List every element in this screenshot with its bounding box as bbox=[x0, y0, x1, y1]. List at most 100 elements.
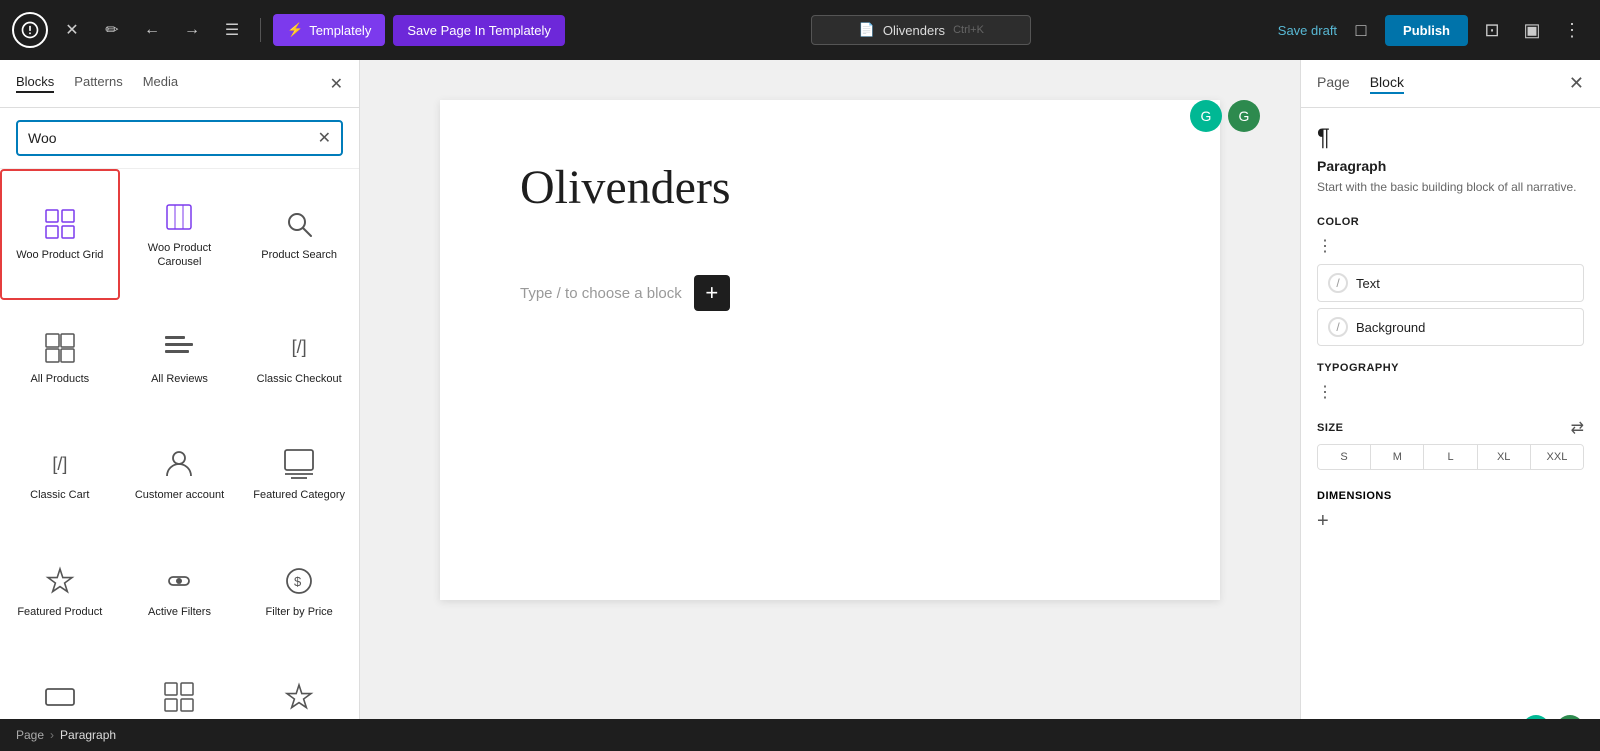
size-label-row: SIZE ⇄ bbox=[1317, 418, 1584, 438]
woo-product-grid-label: Woo Product Grid bbox=[16, 248, 103, 262]
size-s-button[interactable]: S bbox=[1318, 445, 1371, 469]
save-page-templately-button[interactable]: Save Page In Templately bbox=[393, 15, 565, 46]
size-adjust-icon[interactable]: ⇄ bbox=[1571, 418, 1584, 438]
edit-icon[interactable]: ✏ bbox=[96, 14, 128, 46]
toolbar: ✕ ✏ ← → ☰ ⚡ Templately Save Page In Temp… bbox=[0, 0, 1600, 60]
block-item-woo-product-grid[interactable]: Woo Product Grid bbox=[0, 169, 120, 300]
settings-icon[interactable]: ⊡ bbox=[1476, 14, 1508, 46]
product-search-label: Product Search bbox=[261, 248, 337, 262]
save-draft-button[interactable]: Save draft bbox=[1278, 23, 1337, 38]
classic-cart-label: Classic Cart bbox=[30, 488, 89, 502]
block-item-all-products[interactable]: All Products bbox=[0, 300, 120, 416]
size-xl-button[interactable]: XL bbox=[1478, 445, 1531, 469]
block-item-classic-checkout[interactable]: [/] Classic Checkout bbox=[239, 300, 359, 416]
bottom-bar: Page › Paragraph bbox=[0, 719, 1600, 751]
color-option-text[interactable]: / Text bbox=[1317, 264, 1584, 302]
classic-cart-icon: [/] bbox=[42, 446, 78, 482]
blocks-grid: Woo Product Grid Woo Product Carousel bbox=[0, 169, 359, 751]
tab-blocks[interactable]: Blocks bbox=[16, 74, 54, 93]
wp-logo[interactable] bbox=[12, 12, 48, 48]
block-item-featured-category[interactable]: Featured Category bbox=[239, 416, 359, 532]
color-section-title: Color bbox=[1317, 216, 1584, 228]
active-filters-label: Active Filters bbox=[148, 605, 211, 619]
search-box-wrap: ✕ bbox=[0, 108, 359, 169]
sidebar-tabs: Blocks Patterns Media ✕ bbox=[0, 60, 359, 108]
page-content: Olivenders Type / to choose a block + bbox=[440, 100, 1220, 600]
page-name-pill[interactable]: 📄 Olivenders Ctrl+K bbox=[811, 15, 1031, 45]
block-item-woo-product-carousel[interactable]: Woo Product Carousel bbox=[120, 169, 240, 300]
block-item-active-filters[interactable]: Active Filters bbox=[120, 532, 240, 648]
templately-icon: ⚡ bbox=[287, 22, 303, 38]
redo-button[interactable]: → bbox=[176, 14, 208, 46]
svg-text:$: $ bbox=[294, 574, 302, 589]
size-buttons: S M L XL XXL bbox=[1317, 444, 1584, 470]
block-item-classic-cart[interactable]: [/] Classic Cart bbox=[0, 416, 120, 532]
customer-account-icon bbox=[161, 446, 197, 482]
grammarly-icon-2[interactable]: G bbox=[1228, 100, 1260, 132]
dimensions-label: Dimensions bbox=[1317, 490, 1584, 502]
page-name: Olivenders bbox=[883, 23, 945, 38]
close-button[interactable]: ✕ bbox=[56, 14, 88, 46]
typography-options-more[interactable]: ⋮ bbox=[1317, 382, 1584, 402]
block-14-icon bbox=[161, 679, 197, 715]
all-products-icon bbox=[42, 330, 78, 366]
featured-product-icon bbox=[42, 563, 78, 599]
size-label: SIZE bbox=[1317, 422, 1343, 434]
tab-block[interactable]: Block bbox=[1370, 74, 1404, 94]
publish-button[interactable]: Publish bbox=[1385, 15, 1468, 46]
tab-page[interactable]: Page bbox=[1317, 74, 1350, 94]
color-option-background[interactable]: / Background bbox=[1317, 308, 1584, 346]
breadcrumb-page[interactable]: Page bbox=[16, 728, 44, 742]
size-xxl-button[interactable]: XXL bbox=[1531, 445, 1583, 469]
tab-patterns[interactable]: Patterns bbox=[74, 74, 122, 93]
text-color-swatch: / bbox=[1328, 273, 1348, 293]
grammarly-icon-1[interactable]: G bbox=[1190, 100, 1222, 132]
featured-category-label: Featured Category bbox=[253, 488, 345, 502]
block-item-all-reviews[interactable]: All Reviews bbox=[120, 300, 240, 416]
right-content: ¶ Paragraph Start with the basic buildin… bbox=[1301, 108, 1600, 711]
add-block-button[interactable]: + bbox=[694, 275, 730, 311]
breadcrumb-separator: › bbox=[50, 728, 54, 742]
right-sidebar: Page Block ✕ ¶ Paragraph Start with the … bbox=[1300, 60, 1600, 751]
size-l-button[interactable]: L bbox=[1424, 445, 1477, 469]
block-item-customer-account[interactable]: Customer account bbox=[120, 416, 240, 532]
featured-category-icon bbox=[281, 446, 317, 482]
right-sidebar-close-button[interactable]: ✕ bbox=[1569, 73, 1584, 94]
block-info-title: Paragraph bbox=[1317, 158, 1584, 174]
toolbar-right: Save draft □ Publish ⊡ ▣ ⋮ bbox=[1278, 14, 1588, 46]
text-color-label: Text bbox=[1356, 276, 1380, 291]
search-clear-button[interactable]: ✕ bbox=[318, 128, 331, 148]
tab-media[interactable]: Media bbox=[143, 74, 178, 93]
templately-button[interactable]: ⚡ Templately bbox=[273, 14, 385, 46]
color-options-more[interactable]: ⋮ bbox=[1317, 236, 1584, 256]
templately-label: Templately bbox=[309, 23, 371, 38]
page-doc-icon: 📄 bbox=[859, 22, 875, 38]
list-view-button[interactable]: ☰ bbox=[216, 14, 248, 46]
woo-product-carousel-icon bbox=[161, 199, 197, 235]
sidebar-icon[interactable]: ▣ bbox=[1516, 14, 1548, 46]
more-options-icon[interactable]: ⋮ bbox=[1556, 14, 1588, 46]
block-item-filter-by-price[interactable]: $ Filter by Price bbox=[239, 532, 359, 648]
breadcrumb-current: Paragraph bbox=[60, 728, 116, 742]
block-15-icon bbox=[281, 679, 317, 715]
size-m-button[interactable]: M bbox=[1371, 445, 1424, 469]
page-title: Olivenders bbox=[520, 160, 1140, 215]
separator-1 bbox=[260, 18, 261, 42]
dimensions-add-button[interactable]: + bbox=[1317, 510, 1329, 533]
filter-by-price-icon: $ bbox=[281, 563, 317, 599]
all-reviews-label: All Reviews bbox=[151, 372, 208, 386]
block-item-featured-product[interactable]: Featured Product bbox=[0, 532, 120, 648]
block-item-product-search[interactable]: Product Search bbox=[239, 169, 359, 300]
all-products-label: All Products bbox=[30, 372, 89, 386]
preview-icon[interactable]: □ bbox=[1345, 14, 1377, 46]
canvas: Olivenders Type / to choose a block + G … bbox=[360, 60, 1300, 751]
toolbar-center: 📄 Olivenders Ctrl+K bbox=[573, 15, 1270, 45]
filter-by-price-label: Filter by Price bbox=[266, 605, 333, 619]
bg-color-swatch: / bbox=[1328, 317, 1348, 337]
search-input[interactable] bbox=[28, 130, 310, 146]
block-placeholder: Type / to choose a block + bbox=[520, 275, 1140, 311]
block-info: ¶ Paragraph Start with the basic buildin… bbox=[1317, 124, 1584, 196]
undo-button[interactable]: ← bbox=[136, 14, 168, 46]
featured-product-label: Featured Product bbox=[17, 605, 102, 619]
sidebar-close-button[interactable]: ✕ bbox=[330, 74, 343, 94]
